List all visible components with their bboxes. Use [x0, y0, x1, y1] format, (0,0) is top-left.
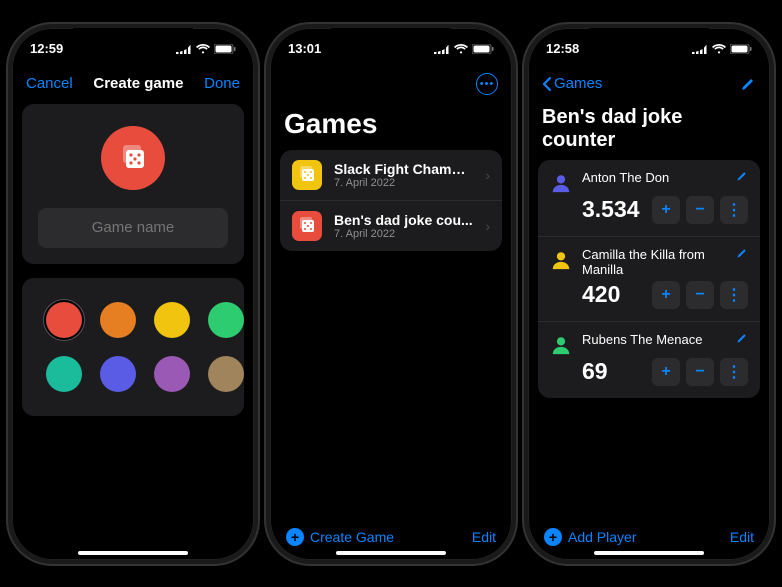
- color-swatch[interactable]: [208, 302, 244, 338]
- player-score: 3.534: [582, 196, 646, 223]
- bottom-bar: + Create Game Edit: [270, 528, 512, 546]
- color-picker-card: [22, 278, 244, 416]
- status-time: 13:01: [288, 41, 321, 56]
- home-indicator[interactable]: [336, 551, 446, 555]
- page-title: Games: [270, 104, 512, 150]
- nav-bar: •••: [270, 64, 512, 104]
- game-name: Slack Fight Champi...: [334, 161, 473, 177]
- battery-icon: [730, 44, 752, 54]
- status-time: 12:58: [546, 41, 579, 56]
- phone-games-list: 13:01 ••• Games Slack Fight Champi... 7.…: [266, 24, 516, 564]
- wifi-icon: [712, 44, 726, 54]
- player-name: Rubens The Menace: [582, 332, 726, 348]
- done-button[interactable]: Done: [204, 75, 240, 92]
- player-name: Anton The Don: [582, 170, 726, 186]
- increment-button[interactable]: +: [652, 358, 680, 386]
- more-button[interactable]: ⋮: [720, 196, 748, 224]
- player-row: Camilla the Killa from Manilla 420 + − ⋮: [538, 237, 760, 322]
- chevron-right-icon: ›: [485, 218, 490, 234]
- wifi-icon: [454, 44, 468, 54]
- more-button[interactable]: ⋮: [720, 358, 748, 386]
- phone-create-game: 12:59 Cancel Create game Done: [8, 24, 258, 564]
- game-title: Ben's dad joke counter: [528, 104, 770, 160]
- player-score: 420: [582, 281, 646, 308]
- page-title: Create game: [93, 75, 183, 92]
- decrement-button[interactable]: −: [686, 281, 714, 309]
- game-row-text: Ben's dad joke cou... 7. April 2022: [334, 212, 473, 240]
- plus-icon: +: [286, 528, 304, 546]
- decrement-button[interactable]: −: [686, 196, 714, 224]
- game-name-input[interactable]: [38, 208, 228, 248]
- edit-pencil-icon[interactable]: [736, 332, 748, 344]
- cancel-button[interactable]: Cancel: [26, 75, 73, 92]
- game-row[interactable]: Ben's dad joke cou... 7. April 2022 ›: [280, 201, 502, 251]
- create-game-label: Create Game: [310, 529, 394, 545]
- dice-icon: [101, 126, 165, 190]
- create-game-button[interactable]: + Create Game: [286, 528, 394, 546]
- edit-pencil-icon[interactable]: [740, 76, 756, 92]
- home-indicator[interactable]: [594, 551, 704, 555]
- game-date: 7. April 2022: [334, 177, 473, 189]
- edit-button[interactable]: Edit: [730, 529, 754, 545]
- game-date: 7. April 2022: [334, 228, 473, 240]
- nav-bar: Cancel Create game Done: [12, 64, 254, 104]
- dice-icon: [292, 211, 322, 241]
- color-swatch[interactable]: [208, 356, 244, 392]
- decrement-button[interactable]: −: [686, 358, 714, 386]
- game-name: Ben's dad joke cou...: [334, 212, 473, 228]
- game-row[interactable]: Slack Fight Champi... 7. April 2022 ›: [280, 150, 502, 201]
- games-list: Slack Fight Champi... 7. April 2022 › Be…: [280, 150, 502, 251]
- avatar-icon: [550, 334, 572, 356]
- add-player-button[interactable]: + Add Player: [544, 528, 636, 546]
- color-swatch[interactable]: [100, 302, 136, 338]
- color-grid: [38, 294, 228, 400]
- increment-button[interactable]: +: [652, 196, 680, 224]
- plus-icon: +: [544, 528, 562, 546]
- more-button[interactable]: •••: [476, 73, 498, 95]
- notch: [589, 28, 709, 52]
- player-list: Anton The Don 3.534 + − ⋮ Camilla the Ki…: [538, 160, 760, 398]
- game-setup-card: [22, 104, 244, 264]
- edit-pencil-icon[interactable]: [736, 170, 748, 182]
- back-label: Games: [554, 75, 602, 92]
- phone-game-detail: 12:58 Games Ben's dad joke counter Anton…: [524, 24, 774, 564]
- color-swatch[interactable]: [154, 356, 190, 392]
- nav-bar: Games: [528, 64, 770, 104]
- avatar-icon: [550, 172, 572, 194]
- edit-pencil-icon[interactable]: [736, 247, 748, 259]
- chevron-left-icon: [542, 76, 552, 92]
- color-swatch[interactable]: [154, 302, 190, 338]
- dice-icon: [292, 160, 322, 190]
- player-row: Rubens The Menace 69 + − ⋮: [538, 322, 760, 398]
- notch: [73, 28, 193, 52]
- wifi-icon: [196, 44, 210, 54]
- avatar-icon: [550, 249, 572, 271]
- player-score: 69: [582, 358, 646, 385]
- color-swatch[interactable]: [46, 302, 82, 338]
- home-indicator[interactable]: [78, 551, 188, 555]
- player-name: Camilla the Killa from Manilla: [582, 247, 726, 278]
- battery-icon: [214, 44, 236, 54]
- more-button[interactable]: ⋮: [720, 281, 748, 309]
- edit-button[interactable]: Edit: [472, 529, 496, 545]
- chevron-right-icon: ›: [485, 167, 490, 183]
- player-row: Anton The Don 3.534 + − ⋮: [538, 160, 760, 237]
- status-time: 12:59: [30, 41, 63, 56]
- game-row-text: Slack Fight Champi... 7. April 2022: [334, 161, 473, 189]
- add-player-label: Add Player: [568, 529, 636, 545]
- back-button[interactable]: Games: [542, 75, 602, 92]
- bottom-bar: + Add Player Edit: [528, 528, 770, 546]
- notch: [331, 28, 451, 52]
- increment-button[interactable]: +: [652, 281, 680, 309]
- color-swatch[interactable]: [46, 356, 82, 392]
- battery-icon: [472, 44, 494, 54]
- color-swatch[interactable]: [100, 356, 136, 392]
